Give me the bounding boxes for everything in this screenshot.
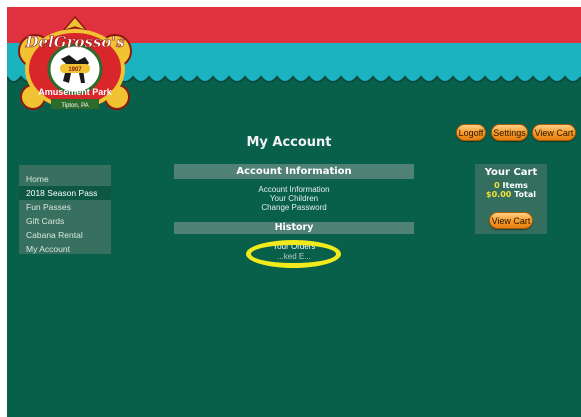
sidebar-item-fun-passes[interactable]: Fun Passes — [19, 200, 111, 214]
delgrosso-logo[interactable]: DelGrosso's 1907 Amusement Park Tipton, … — [15, 11, 135, 113]
cart-title: Your Cart — [484, 167, 538, 178]
cart-view-cart-button[interactable]: View Cart — [489, 212, 533, 229]
your-children-link[interactable]: Your Children — [174, 194, 414, 203]
cart-total-amount: $0.00 — [486, 190, 512, 199]
logoff-button[interactable]: Logoff — [456, 124, 486, 141]
logo-location: Tipton, PA — [61, 103, 88, 109]
your-orders-link[interactable]: Your Orders — [174, 242, 414, 251]
cart-items-label: Items — [502, 181, 528, 190]
cart-panel: Your Cart 0 Items $0.00 Total View Cart — [475, 164, 547, 234]
account-info-heading: Account Information — [174, 164, 414, 179]
history-link-partial[interactable]: ...ked E... — [174, 252, 414, 261]
page: DelGrosso's 1907 Amusement Park Tipton, … — [7, 7, 581, 417]
sidebar-nav: Home 2018 Season Pass Fun Passes Gift Ca… — [19, 165, 111, 254]
logo-name: DelGrosso's — [25, 33, 125, 51]
sidebar-item-my-account[interactable]: My Account — [19, 242, 111, 256]
page-title: My Account — [246, 135, 332, 150]
sidebar-item-cabana-rental[interactable]: Cabana Rental — [19, 228, 111, 242]
sidebar-item-season-pass[interactable]: 2018 Season Pass — [19, 186, 111, 200]
cart-items-number: 0 — [494, 181, 500, 190]
change-password-link[interactable]: Change Password — [174, 203, 414, 212]
settings-button[interactable]: Settings — [491, 124, 528, 141]
cart-items-count: 0 Items — [475, 181, 547, 190]
cart-total-label: Total — [514, 190, 536, 199]
history-heading: History — [174, 222, 414, 234]
logo-subtitle: Amusement Park — [38, 87, 113, 97]
account-information-link[interactable]: Account Information — [174, 185, 414, 194]
logo-est: 1907 — [68, 67, 82, 73]
sidebar-item-gift-cards[interactable]: Gift Cards — [19, 214, 111, 228]
sidebar-item-home[interactable]: Home — [19, 172, 111, 186]
view-cart-button[interactable]: View Cart — [532, 124, 576, 141]
cart-total: $0.00 Total — [475, 190, 547, 199]
